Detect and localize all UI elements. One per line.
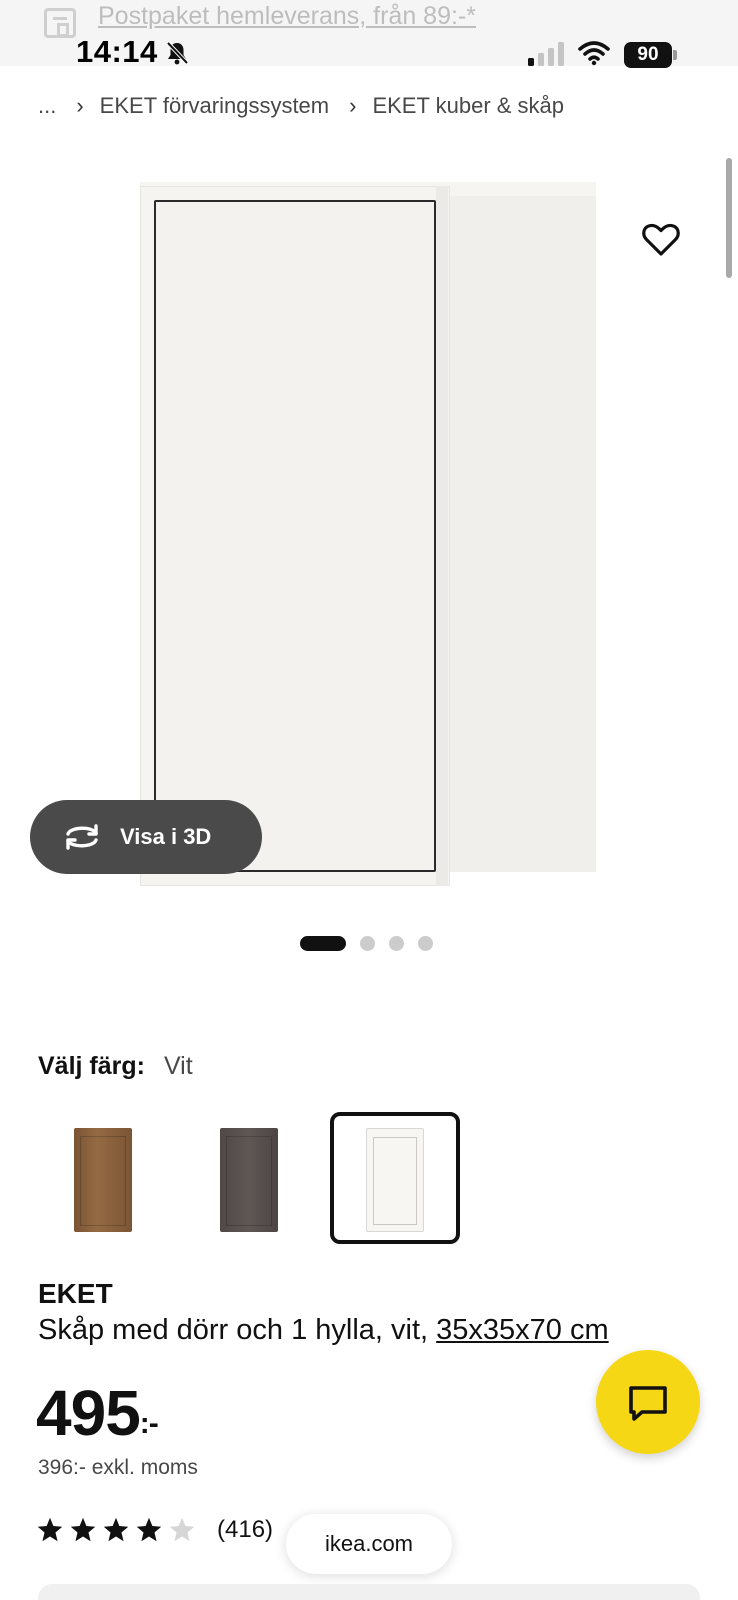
pagination-dot[interactable]	[360, 935, 375, 951]
image-pagination	[300, 934, 433, 952]
star-filled-icon	[136, 1517, 162, 1542]
rating-count: (416)	[217, 1516, 274, 1543]
view-3d-button[interactable]: Visa i 3D	[30, 800, 262, 874]
breadcrumb: ... › EKET förvaringssystem › EKET kuber…	[38, 90, 564, 122]
product-size-link[interactable]: 35x35x70 cm	[436, 1314, 609, 1346]
product-name: EKET	[38, 1278, 113, 1309]
product-image-cabinet-side	[440, 184, 596, 872]
breadcrumb-item-eket-system[interactable]: EKET förvaringssystem	[100, 93, 329, 119]
promo-link[interactable]: Postpaket hemleverans, från 89:-*	[98, 2, 476, 31]
product-description: Skåp med dörr och 1 hylla, vit, 35x35x70…	[38, 1314, 609, 1347]
status-time: 14:14	[76, 34, 158, 69]
rating[interactable]: (416)	[36, 1516, 273, 1544]
wifi-icon	[578, 41, 610, 66]
signal-icon	[528, 42, 564, 66]
pagination-dot-active[interactable]	[300, 935, 346, 951]
scrollbar[interactable]	[726, 158, 732, 278]
chat-icon	[629, 1386, 667, 1421]
swatch-image	[366, 1128, 424, 1232]
color-picker-value: Vit	[163, 1052, 193, 1080]
chevron-right-icon: ›	[349, 93, 357, 118]
price-ex-vat: 396:- exkl. moms	[38, 1456, 198, 1479]
price-suffix: :-	[139, 1407, 159, 1440]
star-filled-icon	[103, 1517, 129, 1542]
swatch-image	[220, 1128, 278, 1232]
product-description-text: Skåp med dörr och 1 hylla, vit,	[38, 1314, 437, 1346]
color-picker-header: Välj färg: Vit	[38, 1052, 193, 1081]
heart-icon[interactable]	[640, 218, 682, 260]
bottom-panel-edge	[38, 1584, 700, 1600]
product-image-cabinet-door	[154, 200, 436, 872]
pagination-dot[interactable]	[418, 935, 433, 951]
rotate-icon	[66, 824, 98, 850]
color-picker-label: Välj färg:	[38, 1052, 145, 1080]
product-image-cabinet-edge	[436, 186, 448, 886]
swatch-image	[74, 1128, 132, 1232]
chat-button[interactable]	[596, 1350, 700, 1454]
star-filled-icon	[37, 1517, 63, 1542]
status-bar: 14:14 90	[0, 30, 738, 76]
star-filled-icon	[70, 1517, 96, 1542]
pagination-dot[interactable]	[389, 935, 404, 951]
color-option-dark-grey[interactable]	[184, 1112, 314, 1244]
bell-slash-icon	[166, 41, 189, 65]
color-option-walnut[interactable]	[38, 1112, 168, 1244]
breadcrumb-ellipsis[interactable]: ...	[38, 93, 56, 119]
battery-icon: 90	[624, 42, 672, 68]
product-price: 495:-	[36, 1376, 159, 1450]
view-3d-label: Visa i 3D	[120, 824, 212, 849]
breadcrumb-item-eket-cubes[interactable]: EKET kuber & skåp	[372, 93, 564, 119]
chevron-right-icon: ›	[76, 93, 84, 118]
color-option-white-selected[interactable]	[330, 1112, 460, 1244]
star-empty-icon	[169, 1517, 195, 1542]
browser-url-bar[interactable]: ikea.com	[286, 1514, 452, 1574]
price-value: 495	[36, 1377, 141, 1449]
battery-tip	[673, 50, 677, 60]
